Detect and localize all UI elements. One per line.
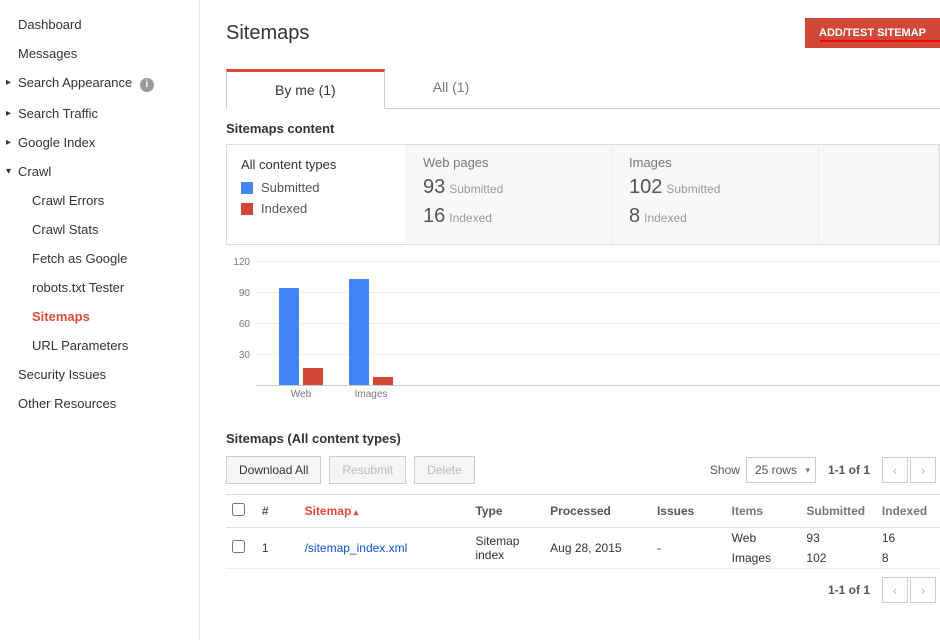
cell-submitted: 102 — [800, 548, 875, 569]
bar-group-web: Web — [276, 288, 326, 385]
row-checkbox[interactable] — [232, 540, 245, 553]
content-types-summary: All content types Submitted Indexed Web … — [226, 144, 940, 245]
col-num[interactable]: # — [256, 495, 299, 528]
sidebar-item-crawl-stats[interactable]: Crawl Stats — [0, 215, 199, 244]
cell-processed: Aug 28, 2015 — [544, 528, 651, 569]
select-all-checkbox[interactable] — [232, 503, 245, 516]
cell-issues: - — [651, 528, 726, 569]
ytick: 30 — [226, 350, 250, 361]
sidebar: Dashboard Messages Search Appearance i S… — [0, 0, 200, 640]
bar-group-images: Images — [346, 279, 396, 385]
cell-num: 1 — [256, 528, 299, 569]
sidebar-item-sitemaps[interactable]: Sitemaps — [0, 302, 199, 331]
table-row: 1 /sitemap_index.xml Sitemap index Aug 2… — [226, 528, 940, 549]
cell-type: Sitemap index — [469, 528, 544, 569]
ct-block-webpages[interactable]: Web pages 93Submitted 16Indexed — [407, 145, 613, 244]
bar-chart: 120 90 60 30 Web Images — [226, 261, 940, 411]
footer-pager: 1-1 of 1 ‹ › — [226, 569, 940, 603]
legend-submitted: Submitted — [241, 180, 392, 195]
table-toolbar: Download All Resubmit Delete Show 25 row… — [226, 456, 940, 484]
cell-items: Web — [726, 528, 801, 549]
tabs: By me (1) All (1) — [226, 68, 940, 109]
bar-images-submitted — [349, 279, 369, 385]
sidebar-item-security[interactable]: Security Issues — [0, 360, 199, 389]
legend-title: All content types — [241, 157, 392, 172]
download-all-button[interactable]: Download All — [226, 456, 321, 484]
resubmit-button[interactable]: Resubmit — [329, 456, 406, 484]
rows-per-page-select[interactable]: 25 rows — [746, 457, 816, 483]
col-issues[interactable]: Issues — [651, 495, 726, 528]
cell-submitted: 93 — [800, 528, 875, 549]
sitemaps-table: # Sitemap Type Processed Issues Items Su… — [226, 494, 940, 569]
pager-prev-button[interactable]: ‹ — [882, 457, 908, 483]
col-items[interactable]: Items — [726, 495, 801, 528]
sidebar-item-robots-tester[interactable]: robots.txt Tester — [0, 273, 199, 302]
sidebar-item-crawl[interactable]: Crawl — [0, 157, 199, 186]
bar-label: Images — [346, 385, 396, 400]
pager-text-bottom: 1-1 of 1 — [828, 583, 870, 597]
bar-images-indexed — [373, 377, 393, 385]
tab-all[interactable]: All (1) — [385, 69, 518, 109]
sidebar-item-fetch-as-google[interactable]: Fetch as Google — [0, 244, 199, 273]
sidebar-item-search-appearance[interactable]: Search Appearance i — [0, 68, 199, 99]
main-content: Sitemaps ADD/TEST SITEMAP By me (1) All … — [200, 0, 940, 640]
add-test-sitemap-button[interactable]: ADD/TEST SITEMAP — [805, 18, 940, 48]
col-processed[interactable]: Processed — [544, 495, 651, 528]
ytick: 120 — [226, 257, 250, 268]
sidebar-item-other-resources[interactable]: Other Resources — [0, 389, 199, 418]
bar-web-submitted — [279, 288, 299, 385]
col-indexed[interactable]: Indexed — [876, 495, 940, 528]
sidebar-item-messages[interactable]: Messages — [0, 39, 199, 68]
sidebar-item-dashboard[interactable]: Dashboard — [0, 10, 199, 39]
ytick: 60 — [226, 319, 250, 330]
sidebar-item-google-index[interactable]: Google Index — [0, 128, 199, 157]
table-title: Sitemaps (All content types) — [226, 431, 940, 446]
delete-button[interactable]: Delete — [414, 456, 475, 484]
sitemaps-content-title: Sitemaps content — [226, 121, 940, 136]
pager-next-button[interactable]: › — [910, 457, 936, 483]
bar-label: Web — [276, 385, 326, 400]
square-icon-red — [241, 203, 253, 215]
ct-block-empty — [819, 145, 939, 244]
page-title: Sitemaps — [226, 22, 309, 45]
legend-panel: All content types Submitted Indexed — [227, 145, 407, 244]
show-label: Show — [710, 463, 740, 477]
ct-block-images[interactable]: Images 102Submitted 8Indexed — [613, 145, 819, 244]
legend-indexed: Indexed — [241, 201, 392, 216]
info-icon: i — [140, 78, 154, 92]
sidebar-item-search-traffic[interactable]: Search Traffic — [0, 99, 199, 128]
pager-next-button-bottom[interactable]: › — [910, 577, 936, 603]
chart-plot-area: Web Images — [256, 261, 940, 386]
sidebar-item-url-parameters[interactable]: URL Parameters — [0, 331, 199, 360]
sitemap-link[interactable]: /sitemap_index.xml — [305, 541, 408, 555]
cell-indexed: 16 — [876, 528, 940, 549]
cell-indexed: 8 — [876, 548, 940, 569]
square-icon-blue — [241, 182, 253, 194]
ytick: 90 — [226, 288, 250, 299]
col-sitemap[interactable]: Sitemap — [299, 495, 470, 528]
tab-by-me[interactable]: By me (1) — [226, 69, 385, 109]
bar-web-indexed — [303, 368, 323, 385]
cell-items: Images — [726, 548, 801, 569]
pager-text: 1-1 of 1 — [828, 463, 870, 477]
pager-prev-button-bottom[interactable]: ‹ — [882, 577, 908, 603]
sidebar-item-crawl-errors[interactable]: Crawl Errors — [0, 186, 199, 215]
col-submitted[interactable]: Submitted — [800, 495, 875, 528]
col-type[interactable]: Type — [469, 495, 544, 528]
